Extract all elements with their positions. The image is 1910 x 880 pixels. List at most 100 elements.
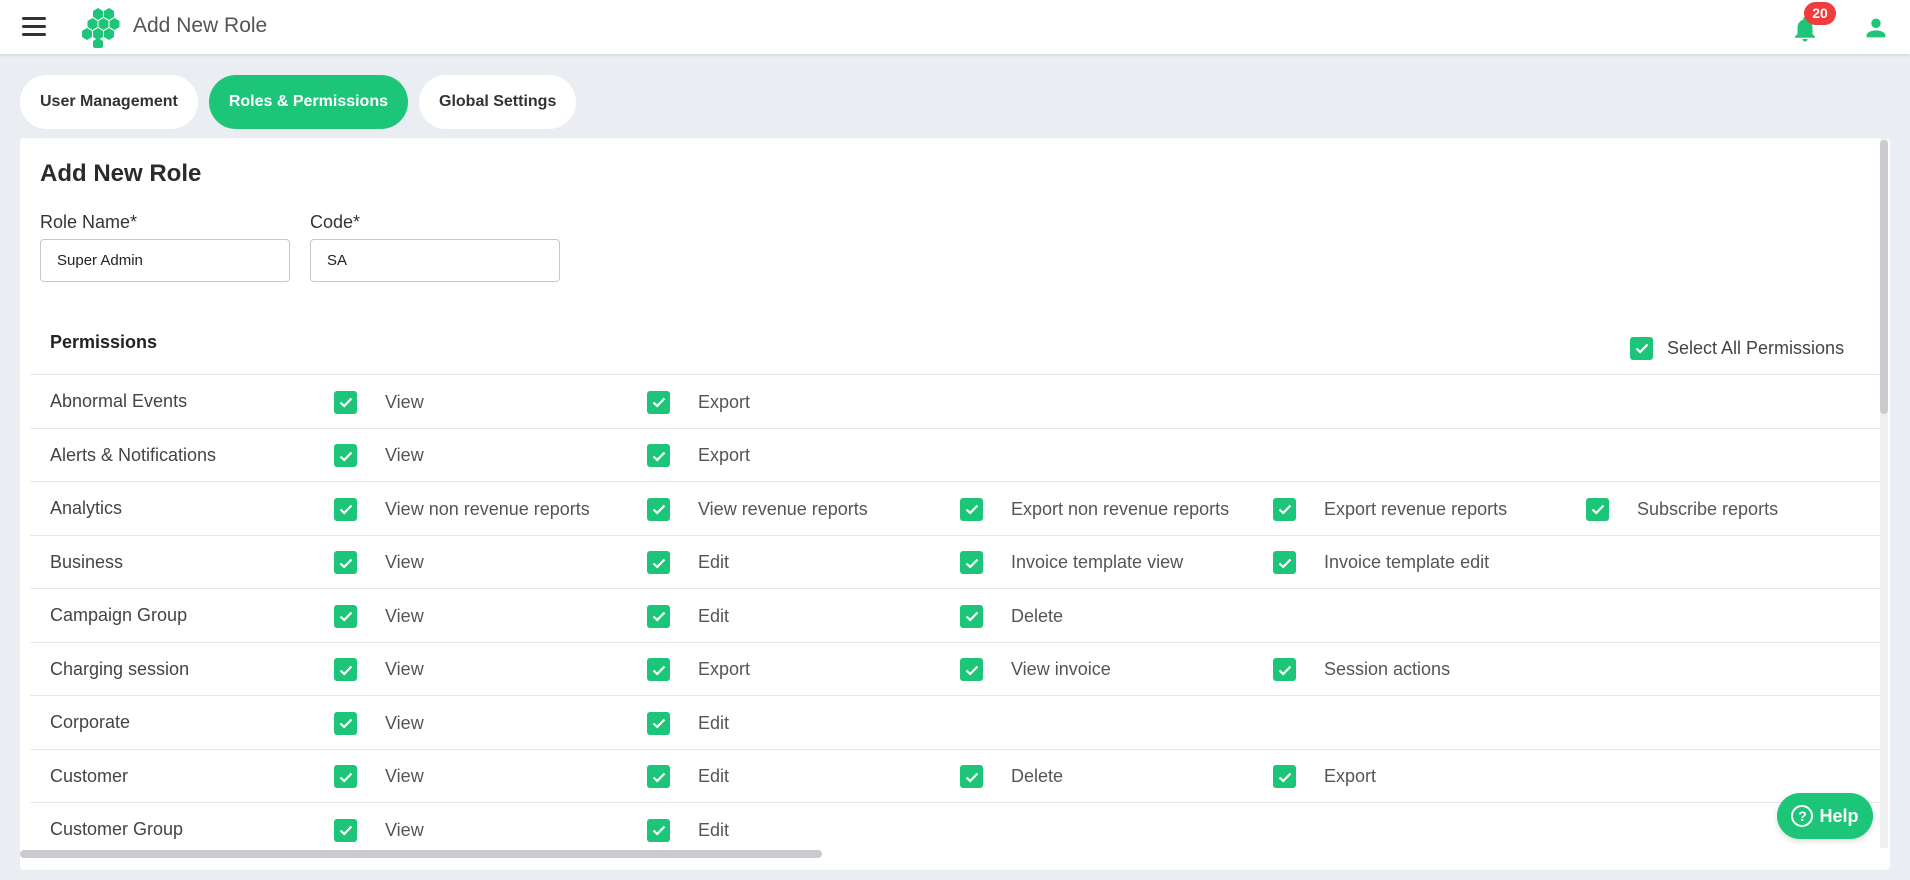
checkmark-icon <box>965 611 978 622</box>
permission-option[interactable]: Delete <box>960 604 1063 628</box>
permission-option[interactable]: Invoice template view <box>960 551 1183 575</box>
permission-checkbox[interactable] <box>334 658 357 681</box>
checkmark-icon <box>1278 558 1291 569</box>
checkmark-icon <box>339 397 352 408</box>
code-input[interactable] <box>310 239 560 282</box>
permission-option[interactable]: Invoice template edit <box>1273 551 1489 575</box>
permission-option[interactable]: Edit <box>647 711 729 735</box>
permission-checkbox[interactable] <box>1273 658 1296 681</box>
role-name-input[interactable] <box>40 239 290 282</box>
permission-option[interactable]: Export non revenue reports <box>960 497 1229 521</box>
vertical-scrollbar-thumb[interactable] <box>1880 140 1888 414</box>
permission-option[interactable]: Export <box>647 444 750 468</box>
permission-option[interactable]: View <box>334 444 424 468</box>
permission-option[interactable]: View <box>334 604 424 628</box>
permission-row: Corporate View Edit <box>30 695 1880 749</box>
permission-checkbox[interactable] <box>334 818 357 842</box>
permission-option[interactable]: View revenue reports <box>647 497 868 521</box>
permission-option[interactable]: Edit <box>647 818 729 842</box>
tab-global-settings[interactable]: Global Settings <box>419 75 577 129</box>
permission-checkbox[interactable] <box>647 497 670 521</box>
horizontal-scrollbar-thumb[interactable] <box>20 850 822 858</box>
checkmark-icon <box>1635 343 1648 354</box>
page-title: Add New Role <box>40 160 202 187</box>
permission-checkbox[interactable] <box>334 765 357 788</box>
permission-label: Export <box>698 391 751 412</box>
help-button[interactable]: ? Help <box>1777 793 1873 839</box>
permission-checkbox[interactable] <box>334 497 357 521</box>
permission-option[interactable]: Export revenue reports <box>1273 497 1507 521</box>
permission-checkbox[interactable] <box>647 604 670 628</box>
checkmark-icon <box>1278 772 1291 783</box>
hamburger-menu-icon[interactable] <box>22 17 46 37</box>
permission-label: View <box>385 659 424 679</box>
top-bar: Add New Role 20 <box>0 0 1910 54</box>
permission-checkbox[interactable] <box>960 551 983 574</box>
permission-option[interactable]: Edit <box>647 765 729 789</box>
permission-checkbox[interactable] <box>960 765 983 788</box>
permission-row: Customer Group View Edit <box>30 802 1880 856</box>
permission-option[interactable]: Subscribe reports <box>1586 497 1778 521</box>
permission-label: Export non revenue reports <box>1011 498 1230 519</box>
select-all-checkbox[interactable] <box>1630 336 1653 360</box>
permission-checkbox[interactable] <box>647 658 670 681</box>
permission-group-label: Alerts & Notifications <box>50 444 217 465</box>
tab-roles-permissions[interactable]: Roles & Permissions <box>208 75 408 129</box>
permission-option[interactable]: Edit <box>647 551 729 575</box>
permission-checkbox[interactable] <box>960 604 983 628</box>
checkmark-icon <box>965 504 978 515</box>
permission-row: Customer View Edit Delete Export <box>30 748 1880 803</box>
permission-option[interactable]: View <box>334 390 424 414</box>
permission-option[interactable]: View <box>334 711 424 735</box>
permission-checkbox[interactable] <box>334 711 357 735</box>
permission-option[interactable]: View non revenue reports <box>334 497 590 521</box>
permission-checkbox[interactable] <box>647 390 670 414</box>
permission-row: Analytics View non revenue reports View re… <box>30 481 1880 535</box>
permission-checkbox[interactable] <box>960 658 983 681</box>
permission-option[interactable]: Session actions <box>1273 658 1450 682</box>
permission-checkbox[interactable] <box>1586 497 1609 521</box>
question-circle-icon: ? <box>1791 805 1814 827</box>
permission-option[interactable]: View invoice <box>960 658 1111 682</box>
permission-checkbox[interactable] <box>960 497 983 521</box>
permissions-heading: Permissions <box>50 332 158 352</box>
permission-option[interactable]: View <box>334 658 424 682</box>
tab-user-management[interactable]: User Management <box>20 75 198 129</box>
user-icon[interactable] <box>1862 14 1890 42</box>
permission-checkbox[interactable] <box>647 444 670 467</box>
permission-checkbox[interactable] <box>334 604 357 628</box>
permission-group-label: Abnormal Events <box>50 391 188 411</box>
permission-option[interactable]: Export <box>1273 765 1376 789</box>
permission-option[interactable]: Export <box>647 390 750 414</box>
permission-checkbox[interactable] <box>1273 765 1296 788</box>
permission-checkbox[interactable] <box>647 818 670 842</box>
notification-count-badge: 20 <box>1804 2 1836 25</box>
permission-option[interactable]: View <box>334 551 424 575</box>
permission-label: Edit <box>698 766 730 786</box>
permission-checkbox[interactable] <box>1273 497 1296 521</box>
permission-option[interactable]: View <box>334 765 424 789</box>
permission-label: View <box>385 766 424 786</box>
permission-group-label: Campaign Group <box>50 605 188 625</box>
permission-label: Delete <box>1011 605 1064 626</box>
permission-checkbox[interactable] <box>334 390 357 414</box>
permission-checkbox[interactable] <box>334 444 357 467</box>
permission-option[interactable]: Edit <box>647 604 729 628</box>
permission-group-label: Business <box>50 551 124 572</box>
permission-checkbox[interactable] <box>1273 551 1296 574</box>
permission-option[interactable]: Export <box>647 658 750 682</box>
permission-option[interactable]: View <box>334 818 424 842</box>
permission-checkbox[interactable] <box>647 551 670 574</box>
permission-group-label: Corporate <box>50 712 131 732</box>
checkmark-icon <box>339 558 352 569</box>
permission-option[interactable]: Delete <box>960 765 1063 789</box>
permission-label: View revenue reports <box>698 498 868 519</box>
role-name-label: Role Name* <box>40 212 138 232</box>
permission-checkbox[interactable] <box>647 711 670 735</box>
permission-checkbox[interactable] <box>647 765 670 788</box>
permission-label: Edit <box>698 552 730 572</box>
select-all-permissions[interactable]: Select All Permissions <box>1630 336 1844 360</box>
permission-checkbox[interactable] <box>334 551 357 574</box>
checkmark-icon <box>339 718 352 729</box>
checkmark-icon <box>652 825 665 836</box>
